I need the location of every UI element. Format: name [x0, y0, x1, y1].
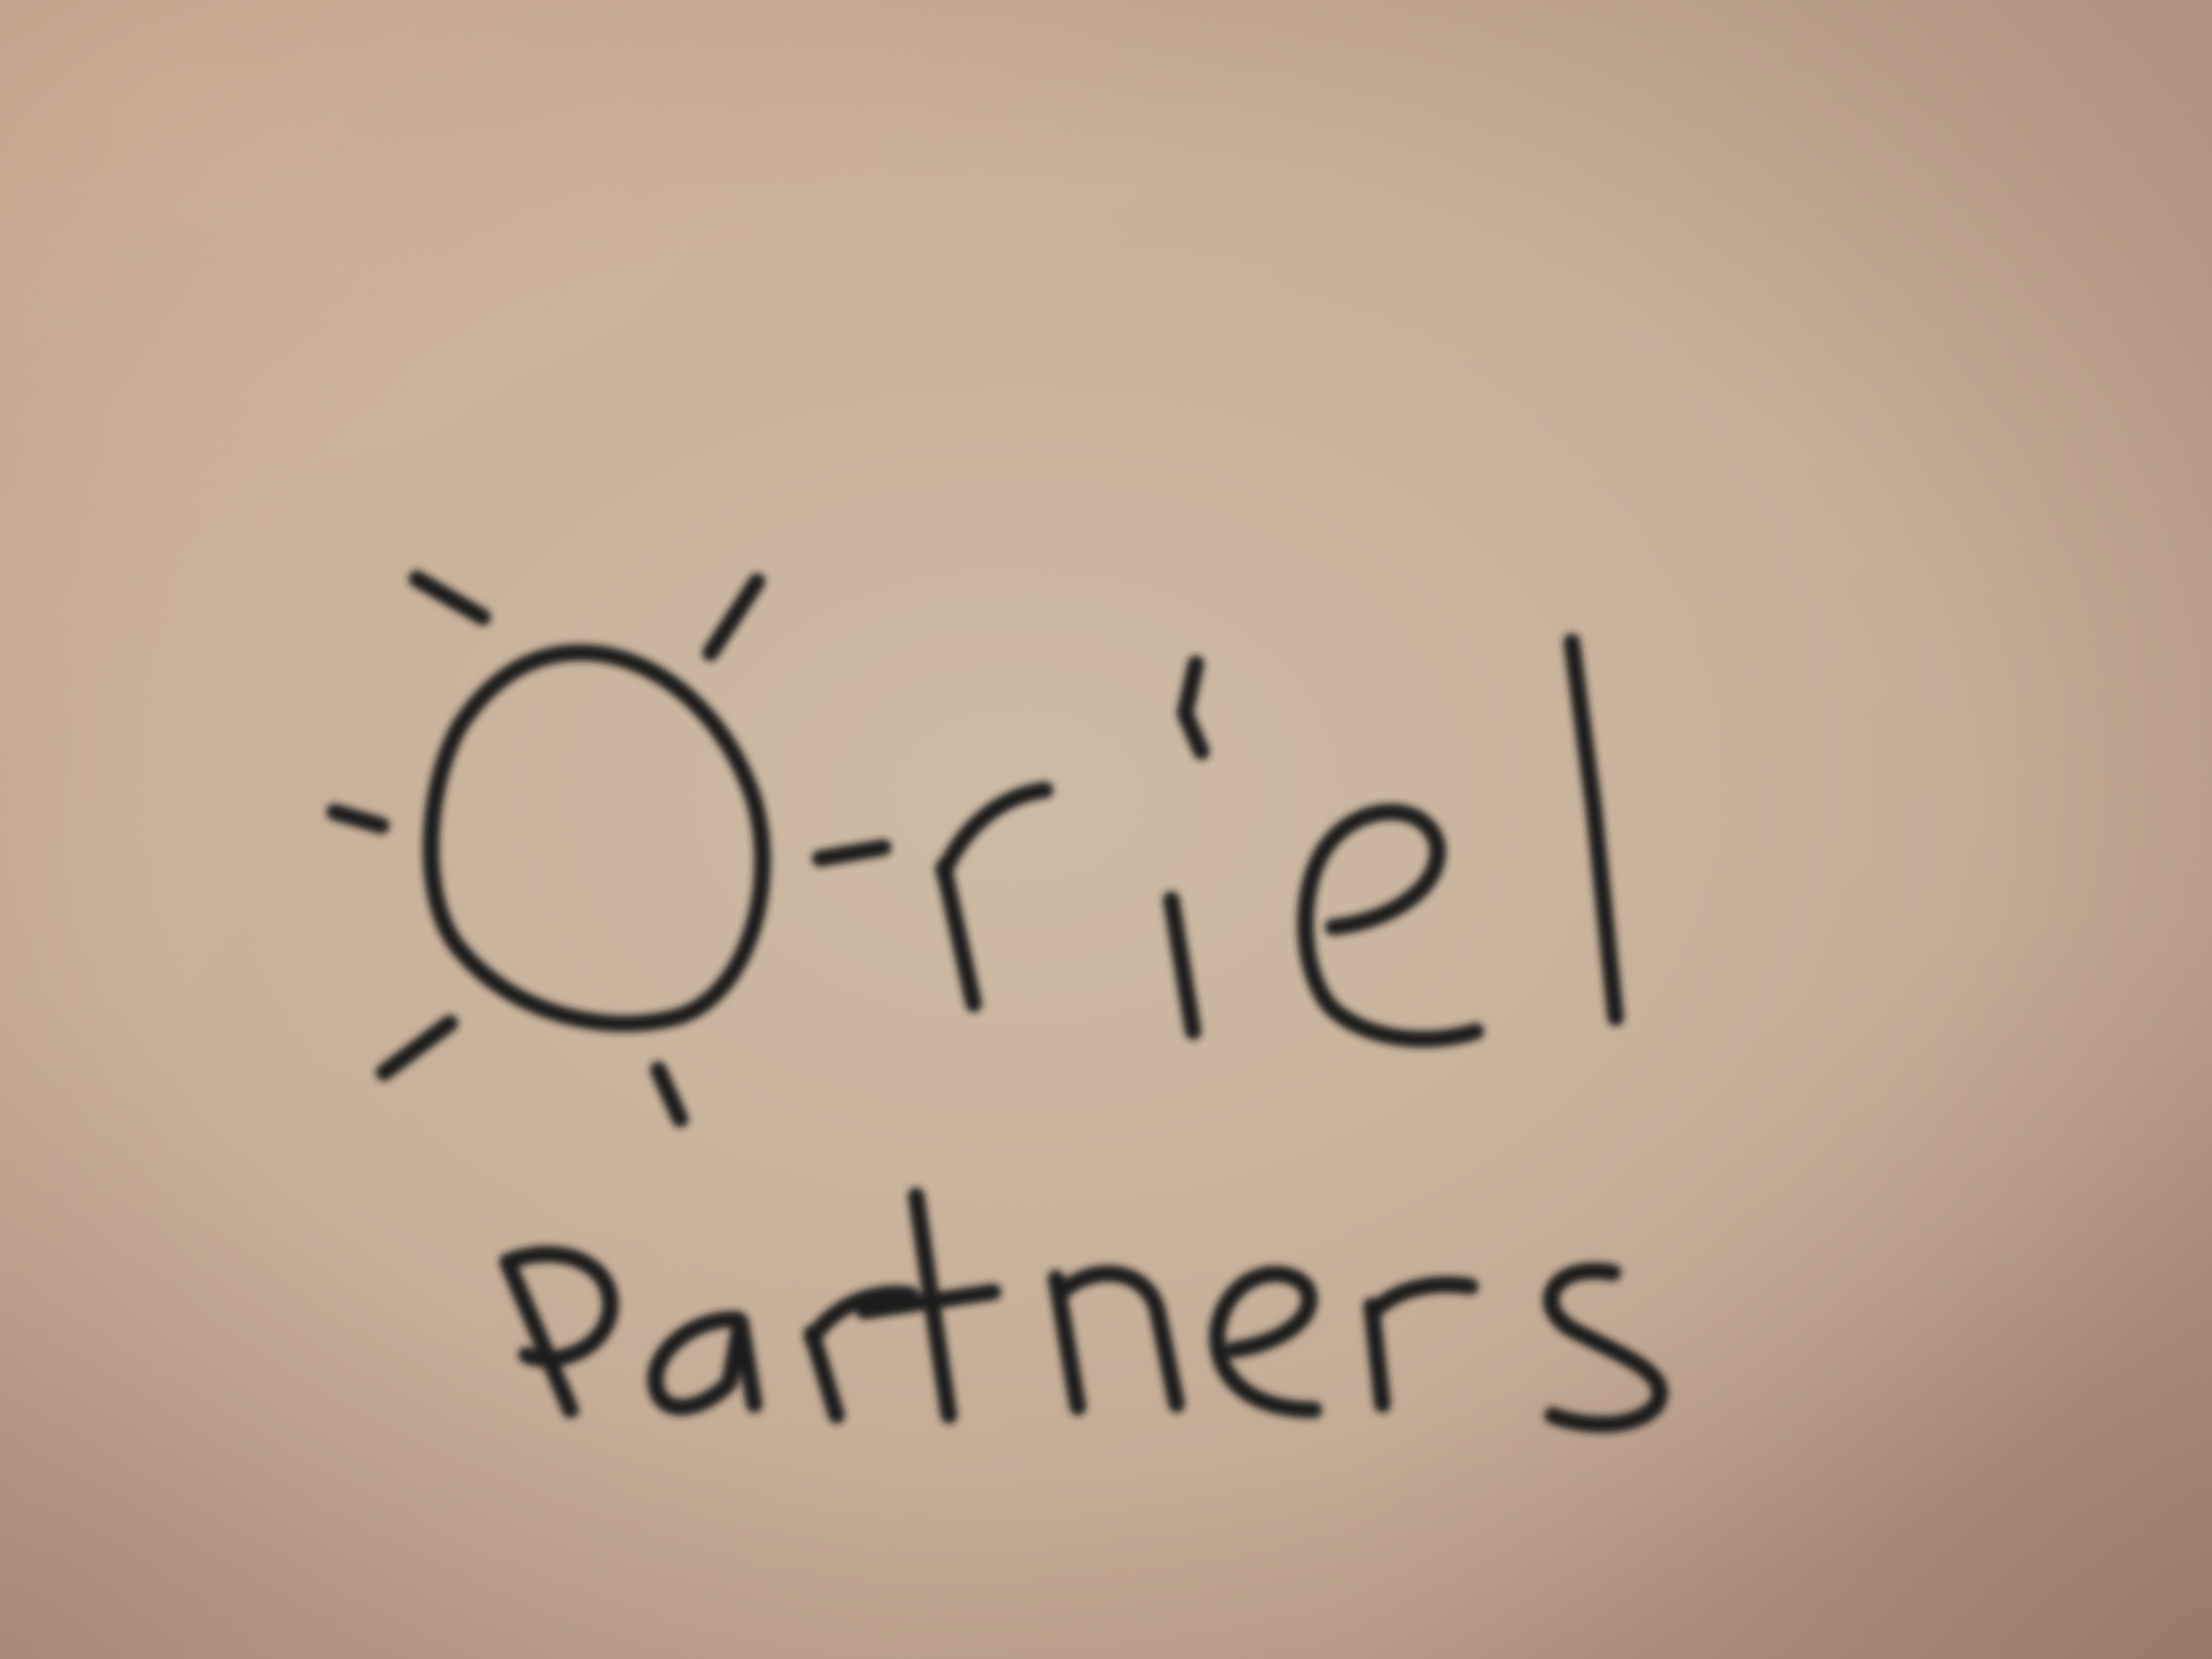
hand-drawn-logo	[326, 571, 1668, 1433]
sun-ray	[702, 573, 765, 661]
sun-ray	[376, 1015, 458, 1081]
logo-name-lettering	[935, 634, 1624, 1048]
sun-ray	[650, 1062, 689, 1127]
photo-background	[0, 0, 2212, 1659]
logo-tagline-lettering	[499, 1188, 1668, 1433]
letter-a	[647, 1311, 763, 1415]
letter-r	[1363, 1276, 1479, 1413]
letter-i-stem	[1163, 891, 1201, 1040]
letter-r	[935, 782, 1053, 1012]
sun-ray	[409, 571, 491, 625]
letter-e	[1297, 804, 1484, 1048]
sun-icon	[326, 571, 891, 1127]
sun-circle	[422, 644, 771, 1032]
letter-e	[1209, 1266, 1322, 1418]
letter-s	[1543, 1262, 1668, 1433]
sun-ray	[326, 804, 390, 834]
letter-n	[1048, 1265, 1185, 1415]
letter-p	[499, 1246, 619, 1418]
letter-t	[856, 1188, 1001, 1424]
letter-i-dot	[1177, 656, 1210, 760]
sun-ray	[812, 839, 891, 867]
letter-l	[1564, 634, 1624, 1026]
